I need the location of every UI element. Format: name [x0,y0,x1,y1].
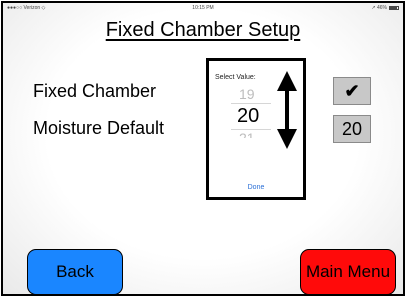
status-time: 10:15 PM [192,5,214,11]
up-down-arrow-icon [277,71,297,149]
picker-title: Select Value: [215,74,256,81]
value-picker-popup: Select Value: 19 20 21 Done [206,58,306,200]
picker-selected-value[interactable]: 20 [237,105,259,128]
picker-previous-value[interactable]: 19 [239,86,255,102]
battery-percent: ↗ 46% [371,5,387,11]
status-bar: ●●●○○ Verizon ◇ 10:15 PM ↗ 46% [3,3,403,13]
main-menu-button[interactable]: Main Menu [300,249,396,294]
fixed-chamber-checkbox[interactable]: ✔ [333,77,371,105]
moisture-default-label: Moisture Default [33,118,165,138]
back-button[interactable]: Back [27,249,123,294]
page-title: Fixed Chamber Setup [105,19,301,41]
status-right: ↗ 46% [371,5,399,11]
screen-frame: ●●●○○ Verizon ◇ 10:15 PM ↗ 46% Fixed Cha… [1,1,405,296]
fixed-chamber-label: Fixed Chamber [33,81,157,101]
picker-divider [231,103,271,104]
picker-done-button[interactable]: Done [209,184,303,191]
moisture-default-value-button[interactable]: 20 [333,115,371,143]
picker-next-value[interactable]: 21 [239,130,255,138]
battery-icon [389,6,399,10]
